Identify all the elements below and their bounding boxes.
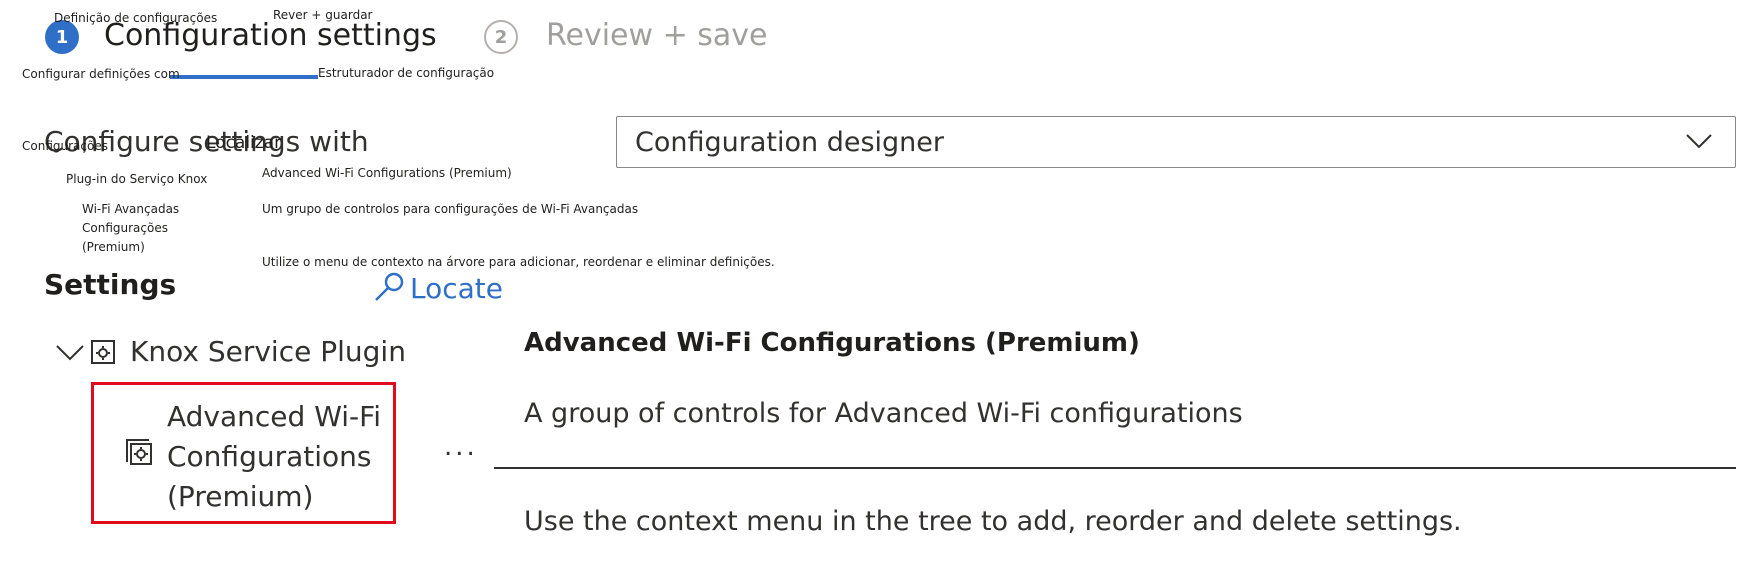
overlay-child-line-1: Wi-Fi Avançadas [82, 202, 180, 216]
step-2-number: 2 [494, 26, 508, 48]
overlay-settings: Configurações [22, 139, 108, 153]
overlay-parent: Plug-in do Serviço Knox [66, 172, 208, 186]
chevron-down-icon [1686, 134, 1712, 149]
settings-group-icon [91, 339, 115, 364]
detail-title: Advanced Wi-Fi Configurations (Premium) [524, 328, 1140, 358]
configure-with-dropdown[interactable]: Configuration designer [616, 116, 1736, 168]
step-2-indicator[interactable]: 2 [484, 20, 518, 54]
tree-item-advanced-wifi[interactable]: Advanced Wi-Fi Configurations (Premium) [91, 382, 396, 524]
overlay-configure-with: Configurar definições com [22, 67, 180, 81]
settings-heading: Settings [44, 268, 177, 301]
step-2-title[interactable]: Review + save [546, 18, 767, 53]
overlay-detail-title: Advanced Wi-Fi Configurations (Premium) [262, 166, 512, 180]
locate-button[interactable]: Locate [372, 270, 503, 306]
overlay-detail-hint: Utilize o menu de contexto na árvore par… [262, 255, 775, 269]
step-1-indicator[interactable]: 1 [45, 20, 79, 54]
detail-divider [494, 467, 1736, 469]
search-icon [375, 272, 404, 301]
detail-hint: Use the context menu in the tree to add,… [524, 506, 1462, 537]
overlay-selected: Estruturador de configuração [318, 66, 495, 80]
step-1-number: 1 [55, 26, 69, 48]
locate-label: Locate [410, 271, 503, 305]
settings-group-icon [126, 439, 152, 465]
active-step-underline [170, 75, 318, 79]
overlay-child-line-2: Configurações [82, 221, 168, 235]
more-options-button[interactable]: ... [444, 432, 478, 462]
overlay-detail-description: Um grupo de controlos para configurações… [262, 202, 639, 216]
overlay-step-1: Definição de configurações [54, 11, 218, 25]
detail-description: A group of controls for Advanced Wi-Fi c… [524, 398, 1243, 429]
tree-item-label: Advanced Wi-Fi Configurations (Premium) [167, 400, 382, 513]
overlay-locate: Localizar [206, 133, 282, 153]
overlay-step-2: Rever + guardar [273, 8, 373, 22]
chevron-down-icon [56, 344, 84, 360]
tree-node-knox-service-plugin[interactable]: Knox Service Plugin [54, 335, 406, 368]
configure-with-selected: Configuration designer [635, 126, 944, 158]
tree-node-label: Knox Service Plugin [130, 335, 406, 368]
overlay-child-line-3: (Premium) [82, 240, 145, 254]
